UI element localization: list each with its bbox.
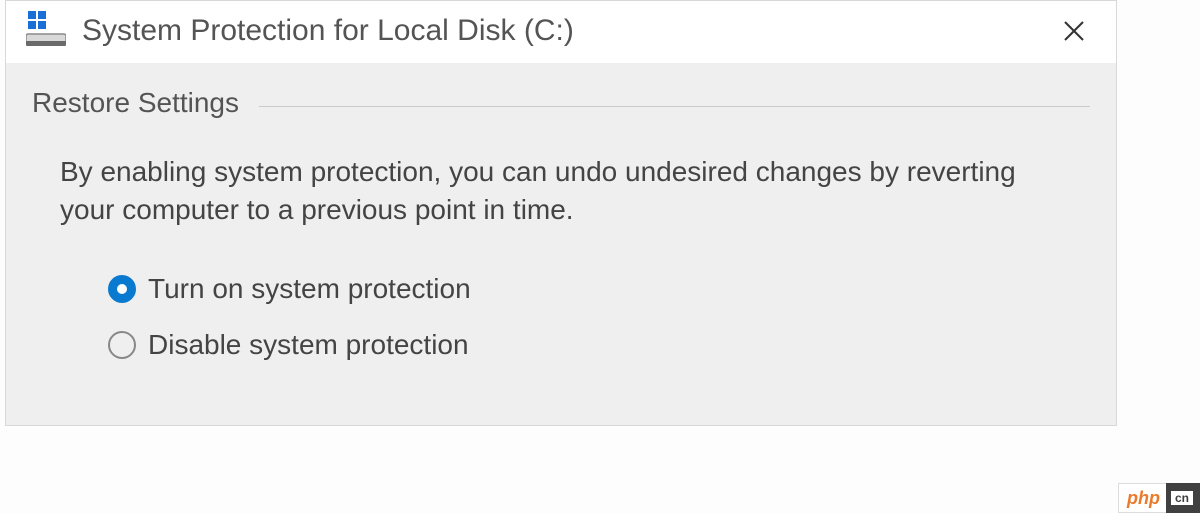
php-cn-watermark: php cn	[1118, 483, 1200, 513]
section-description: By enabling system protection, you can u…	[60, 153, 1020, 229]
protection-radio-group: Turn on system protection Disable system…	[108, 273, 1090, 361]
watermark-right: cn	[1166, 483, 1200, 513]
section-divider	[259, 106, 1090, 107]
dialog-titlebar: System Protection for Local Disk (C:)	[6, 1, 1116, 63]
section-header: Restore Settings	[32, 87, 1090, 119]
radio-label: Disable system protection	[148, 329, 469, 361]
drive-icon	[26, 11, 66, 51]
watermark-left: php	[1118, 483, 1166, 513]
radio-turn-on-protection[interactable]: Turn on system protection	[108, 273, 1090, 305]
radio-icon	[108, 331, 136, 359]
close-icon	[1062, 19, 1086, 43]
radio-disable-protection[interactable]: Disable system protection	[108, 329, 1090, 361]
radio-label: Turn on system protection	[148, 273, 471, 305]
dialog-title: System Protection for Local Disk (C:)	[82, 14, 574, 48]
close-button[interactable]	[1054, 11, 1094, 51]
radio-icon	[108, 275, 136, 303]
system-protection-dialog: System Protection for Local Disk (C:) Re…	[5, 0, 1117, 426]
dialog-content: Restore Settings By enabling system prot…	[6, 63, 1116, 425]
section-title: Restore Settings	[32, 87, 239, 119]
